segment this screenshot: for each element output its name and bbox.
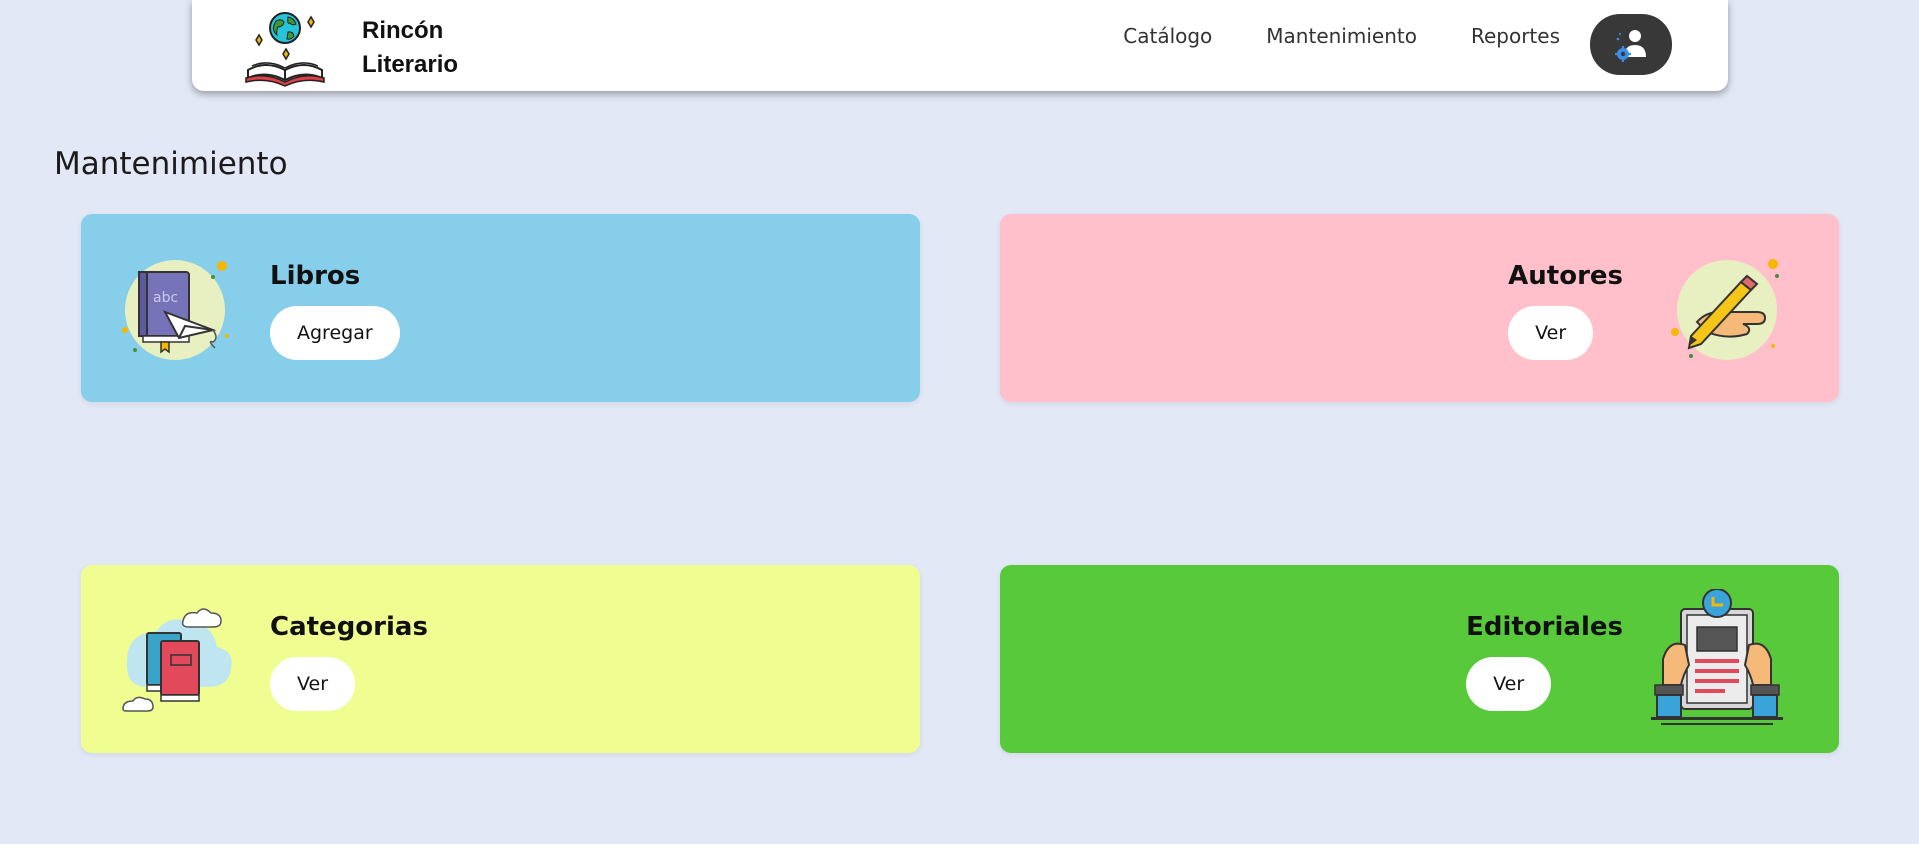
admin-user-button[interactable] — [1590, 14, 1672, 75]
brand-name-line1: Rincón — [362, 17, 444, 44]
card-editoriales: Editoriales Ver — [1000, 565, 1839, 753]
user-gear-icon — [1615, 29, 1646, 62]
navbar: Rincón Literario Catálogo Mantenimiento … — [192, 0, 1728, 91]
hands-holding-document-icon — [1651, 589, 1783, 725]
svg-text:abc: abc — [153, 290, 178, 306]
ver-autores-button[interactable]: Ver — [1508, 306, 1594, 360]
card-autores: Autores Ver — [1000, 214, 1839, 402]
card-title-editoriales: Editoriales — [1466, 612, 1623, 642]
nav-link-mantenimiento[interactable]: Mantenimiento — [1266, 24, 1417, 48]
brand-name[interactable]: Rincón Literario — [362, 14, 502, 82]
hand-writing-pencil-icon — [1671, 259, 1779, 360]
card-title-autores: Autores — [1508, 261, 1623, 291]
stacked-books-clouds-icon — [122, 608, 232, 712]
brand-name-line2: Literario — [362, 51, 459, 78]
open-book-globe-icon[interactable] — [244, 8, 326, 88]
agregar-libro-button[interactable]: Agregar — [270, 306, 400, 360]
ver-editoriales-button[interactable]: Ver — [1466, 657, 1552, 711]
card-title-categorias: Categorias — [270, 612, 428, 642]
book-paper-plane-icon: abc — [122, 260, 229, 360]
nav-link-reportes[interactable]: Reportes — [1471, 24, 1560, 48]
card-title-libros: Libros — [270, 261, 361, 291]
ver-categorias-button[interactable]: Ver — [270, 657, 356, 711]
nav-link-catalogo[interactable]: Catálogo — [1123, 24, 1212, 48]
nav-links: Catálogo Mantenimiento Reportes — [1123, 24, 1560, 48]
card-categorias: Categorias Ver — [81, 565, 920, 753]
page-title: Mantenimiento — [54, 146, 288, 182]
card-libros: abc Libros Agregar — [81, 214, 920, 402]
